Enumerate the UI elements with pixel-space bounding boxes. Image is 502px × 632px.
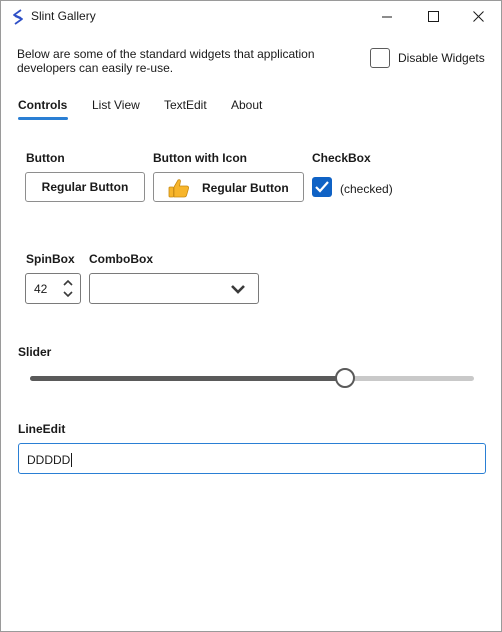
button-with-icon-section-label: Button with Icon [153,151,247,165]
slint-logo-icon [13,9,23,25]
slider-thumb[interactable] [335,368,356,388]
checked-checkbox[interactable] [312,177,332,197]
tab-textedit[interactable]: TextEdit [164,98,207,112]
title-bar[interactable]: Slint Gallery [1,1,501,32]
checkbox-section-label: CheckBox [312,151,371,165]
lineedit-section-label: LineEdit [18,422,66,436]
chevron-down-icon [231,285,245,294]
tab-controls[interactable]: Controls [18,98,67,112]
slider-section-label: Slider [18,345,52,359]
slider-fill [30,376,346,381]
maximize-icon [427,11,439,22]
combobox-section-label: ComboBox [89,252,153,266]
tab-list-view[interactable]: List View [92,98,140,112]
active-tab-indicator [18,117,68,120]
tab-about[interactable]: About [231,98,262,112]
line-edit-text[interactable]: DDDDD [27,453,73,467]
icon-button-label: Regular Button [202,181,289,195]
regular-button[interactable]: Regular Button [25,172,145,202]
spin-down-icon[interactable] [63,291,73,298]
close-button[interactable] [455,1,501,32]
spinbox-section-label: SpinBox [26,252,75,266]
line-edit-value: DDDDD [27,453,71,467]
checkbox-label[interactable]: (checked) [340,182,393,196]
intro-text: Below are some of the standard widgets t… [17,47,315,75]
close-icon [472,11,484,22]
icon-button[interactable]: Regular Button [153,172,304,202]
spinbox-value[interactable]: 42 [34,282,47,296]
disable-widgets-checkbox[interactable] [370,48,390,68]
combobox[interactable] [89,273,259,304]
slider-track[interactable] [30,376,474,381]
minimize-icon [382,16,392,17]
spin-up-icon[interactable] [63,279,73,286]
thumbs-up-icon [168,179,189,198]
spinbox[interactable]: 42 [25,273,81,304]
checkmark-icon [315,181,329,193]
line-edit[interactable]: DDDDD [18,443,486,474]
button-section-label: Button [26,151,65,165]
app-window: Slint Gallery Below are some of the stan… [0,0,502,632]
text-caret [71,453,73,467]
disable-widgets-label[interactable]: Disable Widgets [398,51,485,65]
window-title: Slint Gallery [31,9,96,23]
minimize-button[interactable] [364,1,410,32]
regular-button-label: Regular Button [41,180,129,194]
maximize-button[interactable] [410,1,456,32]
